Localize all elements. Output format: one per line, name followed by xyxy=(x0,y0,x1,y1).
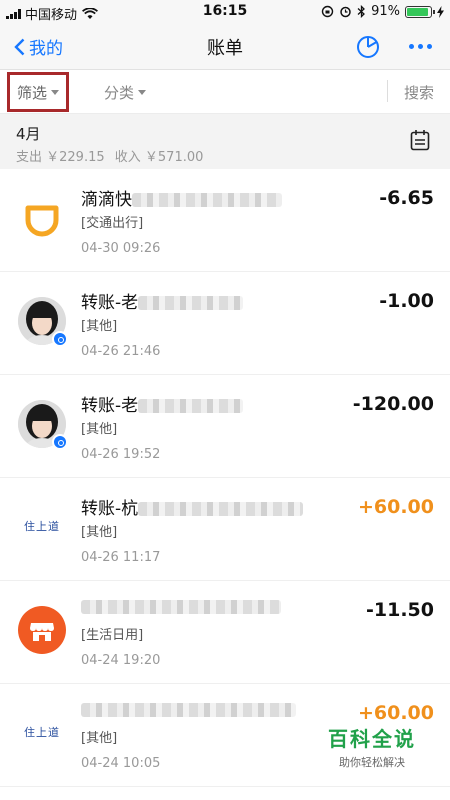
calendar-icon[interactable] xyxy=(410,129,430,151)
bill-title: 转账-老 xyxy=(81,288,244,313)
watermark-title: 百科全说 xyxy=(328,727,416,751)
pie-chart-icon[interactable] xyxy=(356,35,380,59)
bill-row[interactable]: 转账-老 [其他] 04-26 21:46 -1.00 xyxy=(0,272,450,375)
verified-badge-icon xyxy=(52,331,68,347)
bill-list: 滴滴快 [交通出行] 04-30 09:26 -6.65 转账-老 [其他] 0… xyxy=(0,169,450,787)
caret-down-icon xyxy=(138,90,147,95)
bill-category: [其他] xyxy=(81,422,118,437)
bill-time: 04-24 19:20 xyxy=(81,653,161,668)
filter-label: 筛选 xyxy=(16,83,47,102)
redacted-text xyxy=(138,502,304,516)
bill-category: [生活日用] xyxy=(81,628,144,643)
alarm-icon xyxy=(340,6,351,18)
more-icon[interactable] xyxy=(409,44,432,49)
bill-amount: -1.00 xyxy=(379,290,434,312)
redacted-text xyxy=(81,703,296,717)
expense-total: 支出 ￥229.15 xyxy=(16,150,105,165)
redacted-text xyxy=(138,399,244,413)
bill-amount: +60.00 xyxy=(357,702,434,724)
bill-title: 滴滴快 xyxy=(81,185,282,210)
bill-category: [其他] xyxy=(81,319,118,334)
watermark-subtitle: 助你轻松解决 xyxy=(339,756,405,769)
bill-row[interactable]: 滴滴快 [交通出行] 04-30 09:26 -6.65 xyxy=(0,169,450,272)
bill-row[interactable]: 转账-老 [其他] 04-26 19:52 -120.00 xyxy=(0,375,450,478)
bill-amount: -6.65 xyxy=(379,187,434,209)
didi-logo-icon xyxy=(25,205,59,237)
bill-time: 04-24 10:05 xyxy=(81,756,161,771)
watermark: 百科全说 助你轻松解决 xyxy=(328,723,416,770)
bill-row[interactable]: 住上道 转账-杭 [其他] 04-26 11:17 +60.00 xyxy=(0,478,450,581)
filter-bar: 筛选 分类 搜索 xyxy=(0,70,450,114)
divider xyxy=(387,80,388,102)
bill-amount: -11.50 xyxy=(366,599,434,621)
caret-down-icon xyxy=(51,89,59,95)
bill-time: 04-26 19:52 xyxy=(81,447,161,462)
bill-category: [其他] xyxy=(81,731,118,746)
charging-icon xyxy=(437,5,444,18)
status-right: 91% xyxy=(321,4,444,19)
month-title: 4月 xyxy=(16,125,41,143)
battery-icon xyxy=(405,5,435,18)
navigation-bar: 我的 账单 xyxy=(0,24,450,70)
category-label: 分类 xyxy=(104,84,135,102)
shop-icon xyxy=(18,606,66,654)
redacted-text xyxy=(81,600,281,614)
bill-title: 转账-杭 xyxy=(81,494,304,519)
bill-time: 04-26 21:46 xyxy=(81,344,161,359)
verified-badge-icon xyxy=(52,434,68,450)
bill-time: 04-26 11:17 xyxy=(81,550,161,565)
bill-title xyxy=(81,597,281,617)
rotation-lock-icon xyxy=(321,5,334,18)
month-header: 4月 支出 ￥229.15 收入 ￥571.00 xyxy=(0,114,450,169)
search-button[interactable]: 搜索 xyxy=(404,82,434,103)
bill-time: 04-30 09:26 xyxy=(81,241,161,256)
bill-category: [其他] xyxy=(81,525,118,540)
bluetooth-icon xyxy=(357,5,366,18)
bill-row[interactable]: [生活日用] 04-24 19:20 -11.50 xyxy=(0,581,450,684)
zhushang-logo-icon: 住上道 xyxy=(24,726,60,739)
bill-category: [交通出行] xyxy=(81,216,144,231)
bill-title xyxy=(81,700,296,720)
zhushang-logo-icon: 住上道 xyxy=(24,520,60,533)
bill-title: 转账-老 xyxy=(81,391,244,416)
month-summary: 支出 ￥229.15 收入 ￥571.00 xyxy=(16,146,209,165)
avatar xyxy=(18,400,68,462)
status-bar: 中国移动 16:15 91% xyxy=(0,0,450,24)
avatar xyxy=(18,297,68,359)
battery-percent: 91% xyxy=(371,4,400,19)
bill-amount: -120.00 xyxy=(352,393,434,415)
page-title: 账单 xyxy=(207,38,243,59)
bill-amount: +60.00 xyxy=(357,496,434,518)
category-dropdown[interactable]: 分类 xyxy=(104,82,147,103)
redacted-text xyxy=(138,296,244,310)
filter-dropdown[interactable]: 筛选 xyxy=(7,72,69,112)
income-total: 收入 ￥571.00 xyxy=(114,150,204,165)
redacted-text xyxy=(132,193,282,207)
